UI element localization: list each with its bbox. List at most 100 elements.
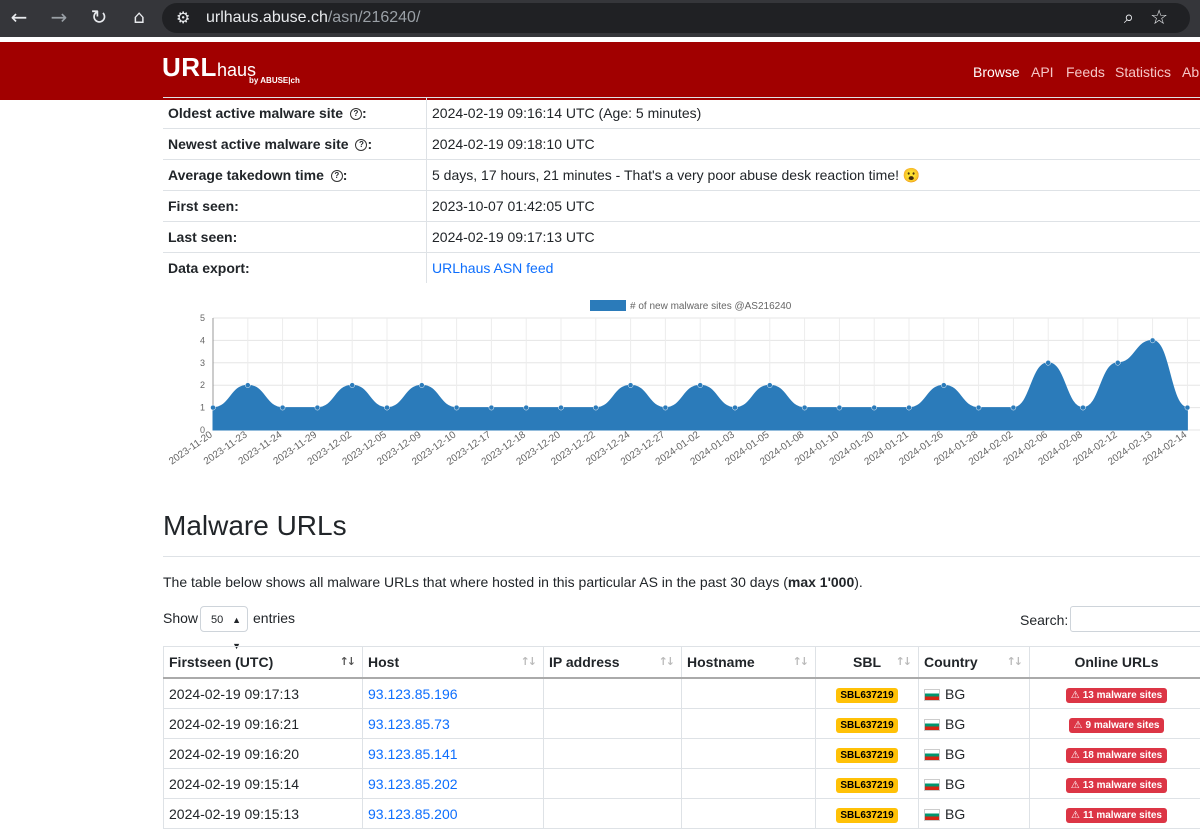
data-point[interactable] <box>698 383 703 388</box>
home-icon[interactable]: ⌂ <box>122 0 156 37</box>
host-link[interactable]: 93.123.85.196 <box>368 686 458 702</box>
data-point[interactable] <box>593 405 598 410</box>
col-label: Host <box>368 654 399 670</box>
data-point[interactable] <box>454 405 459 410</box>
host-link[interactable]: 93.123.85.202 <box>368 776 458 792</box>
warning-icon: ⚠ <box>1071 750 1080 761</box>
warning-icon: ⚠ <box>1071 690 1080 701</box>
table-row: 2024-02-19 09:15:1393.123.85.200SBL63721… <box>164 799 1200 829</box>
data-point[interactable] <box>280 405 285 410</box>
info-row: Average takedown time ?: 5 days, 17 hour… <box>163 160 1200 191</box>
y-tick-label: 3 <box>200 358 205 368</box>
data-point[interactable] <box>872 405 877 410</box>
data-point[interactable] <box>837 405 842 410</box>
address-bar[interactable]: ⚙ urlhaus.abuse.ch/asn/216240/ ⌕ ☆ <box>162 3 1190 33</box>
reload-icon[interactable]: ↻ <box>82 0 116 37</box>
data-point[interactable] <box>211 405 216 410</box>
search-input[interactable] <box>1070 606 1200 632</box>
data-point[interactable] <box>628 383 633 388</box>
sbl-badge[interactable]: SBL637219 <box>836 778 897 793</box>
asn-feed-link[interactable]: URLhaus ASN feed <box>432 260 553 276</box>
data-point[interactable] <box>385 405 390 410</box>
col-hostname[interactable]: Hostname↑↓ <box>682 647 816 679</box>
bookmark-star-icon[interactable]: ☆ <box>1150 5 1168 29</box>
entries-select[interactable]: 50▲▼ <box>200 606 248 632</box>
malware-sites-badge[interactable]: ⚠13 malware sites <box>1066 778 1167 793</box>
help-icon[interactable]: ? <box>350 108 362 120</box>
malware-sites-badge[interactable]: ⚠11 malware sites <box>1066 808 1167 823</box>
help-icon[interactable]: ? <box>355 139 367 151</box>
table-row: 2024-02-19 09:16:2193.123.85.73SBL637219… <box>164 709 1200 739</box>
data-point[interactable] <box>733 405 738 410</box>
data-point[interactable] <box>767 383 772 388</box>
data-point[interactable] <box>350 383 355 388</box>
sort-icon: ↑↓ <box>659 655 673 668</box>
data-point[interactable] <box>489 405 494 410</box>
back-icon[interactable]: ← <box>2 0 36 37</box>
cell-hostname <box>682 709 816 739</box>
brand-logo[interactable]: URLhaus <box>162 52 256 83</box>
nav-about[interactable]: Ab <box>1182 64 1199 80</box>
nav-browse[interactable]: Browse <box>973 64 1020 80</box>
cell-online-urls: ⚠13 malware sites <box>1030 769 1200 799</box>
data-point[interactable] <box>1081 405 1086 410</box>
legend-swatch <box>590 300 626 311</box>
col-label: Firstseen (UTC) <box>169 654 273 670</box>
sbl-badge[interactable]: SBL637219 <box>836 688 897 703</box>
url-path: /asn/216240/ <box>328 9 421 26</box>
data-point[interactable] <box>802 405 807 410</box>
data-point[interactable] <box>1115 360 1120 365</box>
nav-statistics[interactable]: Statistics <box>1115 64 1171 80</box>
host-link[interactable]: 93.123.85.141 <box>368 746 458 762</box>
host-link[interactable]: 93.123.85.73 <box>368 716 450 732</box>
sbl-badge[interactable]: SBL637219 <box>836 808 897 823</box>
data-point[interactable] <box>976 405 981 410</box>
forward-icon[interactable]: → <box>42 0 76 37</box>
y-tick-label: 4 <box>200 335 205 345</box>
cell-ip <box>544 678 682 709</box>
nav-api[interactable]: API <box>1031 64 1054 80</box>
data-point[interactable] <box>315 405 320 410</box>
site-info-icon[interactable]: ⚙ <box>176 6 190 30</box>
cell-sbl: SBL637219 <box>816 678 919 709</box>
col-sbl[interactable]: SBL↑↓ <box>816 647 919 679</box>
cell-country: BG <box>919 739 1030 769</box>
host-link[interactable]: 93.123.85.200 <box>368 806 458 822</box>
table-body: 2024-02-19 09:17:1393.123.85.196SBL63721… <box>164 678 1200 829</box>
malware-sites-badge[interactable]: ⚠9 malware sites <box>1069 718 1165 733</box>
url-text[interactable]: urlhaus.abuse.ch/asn/216240/ <box>206 8 420 28</box>
data-point[interactable] <box>559 405 564 410</box>
info-key-text: Oldest active malware site <box>168 105 343 121</box>
data-point[interactable] <box>1046 360 1051 365</box>
cell-country: BG <box>919 678 1030 709</box>
malware-sites-badge[interactable]: ⚠18 malware sites <box>1066 748 1167 763</box>
zoom-icon[interactable]: ⌕ <box>1124 6 1134 30</box>
cell-online-urls: ⚠18 malware sites <box>1030 739 1200 769</box>
sbl-badge[interactable]: SBL637219 <box>836 748 897 763</box>
col-host[interactable]: Host↑↓ <box>363 647 544 679</box>
info-value: URLhaus ASN feed <box>427 253 1200 284</box>
sbl-badge[interactable]: SBL637219 <box>836 718 897 733</box>
malware-sites-badge[interactable]: ⚠13 malware sites <box>1066 688 1167 703</box>
info-value: 2023-10-07 01:42:05 UTC <box>427 191 1200 222</box>
info-key-text: Newest active malware site <box>168 136 349 152</box>
warning-icon: ⚠ <box>1071 780 1080 791</box>
data-point[interactable] <box>1011 405 1016 410</box>
col-country[interactable]: Country↑↓ <box>919 647 1030 679</box>
col-ip[interactable]: IP address↑↓ <box>544 647 682 679</box>
data-point[interactable] <box>907 405 912 410</box>
nav-feeds[interactable]: Feeds <box>1066 64 1105 80</box>
col-online-urls[interactable]: Online URLs <box>1030 647 1200 679</box>
data-point[interactable] <box>419 383 424 388</box>
data-point[interactable] <box>663 405 668 410</box>
data-point[interactable] <box>524 405 529 410</box>
data-point[interactable] <box>1185 405 1190 410</box>
info-key: Newest active malware site ?: <box>163 129 427 160</box>
col-firstseen[interactable]: Firstseen (UTC)↑↓ <box>164 647 363 679</box>
search-label: Search: <box>1020 612 1068 628</box>
section-heading: Malware URLs <box>163 510 347 542</box>
data-point[interactable] <box>941 383 946 388</box>
data-point[interactable] <box>1150 338 1155 343</box>
data-point[interactable] <box>245 383 250 388</box>
help-icon[interactable]: ? <box>331 170 343 182</box>
